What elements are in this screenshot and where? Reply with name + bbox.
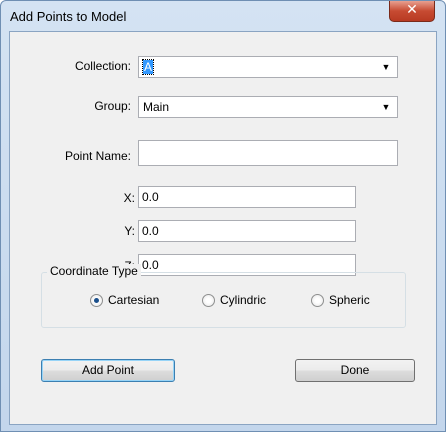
z-value: 0.0 xyxy=(142,258,159,272)
group-label: Group: xyxy=(94,99,131,113)
chevron-down-icon: ▼ xyxy=(381,102,391,112)
title-bar[interactable]: Add Points to Model ✕ xyxy=(1,1,445,31)
add-point-button[interactable]: Add Point xyxy=(41,359,175,382)
radio-checked-icon[interactable] xyxy=(90,294,103,307)
radio-unchecked-icon[interactable] xyxy=(311,294,324,307)
radio-cylindric-label: Cylindric xyxy=(220,293,267,307)
x-label: X: xyxy=(123,191,135,205)
done-button[interactable]: Done xyxy=(295,359,415,382)
radio-spheric-label: Spheric xyxy=(329,293,370,307)
y-label: Y: xyxy=(124,224,135,238)
group-value: Main xyxy=(143,100,170,114)
coordinate-type-legend: Coordinate Type xyxy=(47,264,141,278)
radio-cartesian-label: Cartesian xyxy=(108,293,160,307)
point-name-label: Point Name: xyxy=(64,149,131,163)
x-input[interactable]: 0.0 xyxy=(138,186,356,208)
chevron-down-icon: ▼ xyxy=(381,62,391,72)
dialog-client-area: Collection: A ▼ Group: Main ▼ Point Name… xyxy=(9,31,437,425)
coordinate-type-group: Coordinate Type Cartesian Cylindric Sphe… xyxy=(41,264,406,328)
x-value: 0.0 xyxy=(142,190,159,204)
collection-label: Collection: xyxy=(74,59,131,73)
close-icon: ✕ xyxy=(406,2,418,18)
y-value: 0.0 xyxy=(142,224,159,238)
group-dropdown[interactable]: Main ▼ xyxy=(138,96,398,118)
radio-unchecked-icon[interactable] xyxy=(202,294,215,307)
point-name-input[interactable] xyxy=(138,140,398,166)
collection-value: A xyxy=(141,59,155,75)
dialog-window: Add Points to Model ✕ Collection: A ▼ Gr… xyxy=(0,0,446,432)
close-button[interactable]: ✕ xyxy=(389,1,435,22)
collection-dropdown[interactable]: A ▼ xyxy=(138,56,398,78)
window-title: Add Points to Model xyxy=(10,9,127,24)
y-input[interactable]: 0.0 xyxy=(138,220,356,242)
